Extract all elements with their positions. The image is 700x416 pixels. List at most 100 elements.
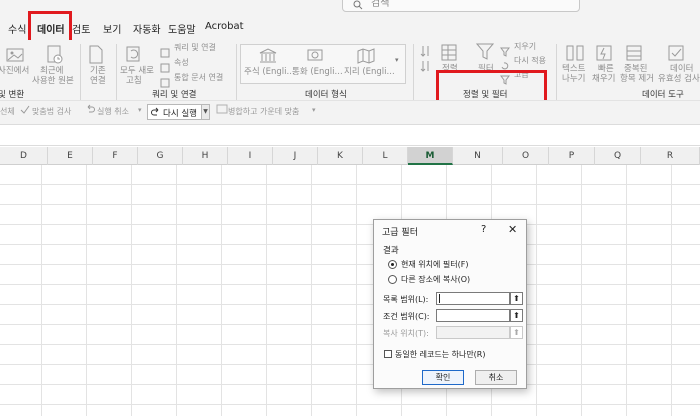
column-header[interactable]: I [228, 147, 273, 165]
data-validation-icon [668, 44, 686, 66]
redo-icon [151, 107, 161, 120]
column-header[interactable]: H [183, 147, 228, 165]
group-label-transform: 및 변환 [0, 90, 25, 100]
criteria-range-picker-icon[interactable]: ⬆ [510, 309, 523, 322]
remove-duplicates-label-2: 항목 제거 [620, 74, 654, 84]
group-label-data-tools: 데이터 도구 [642, 90, 684, 100]
ribbon-separator [236, 44, 237, 100]
column-header[interactable]: P [549, 147, 595, 165]
gallery-expand-icon[interactable]: ▾ [395, 56, 399, 64]
clear-button[interactable]: 지우기 [514, 42, 536, 52]
column-header[interactable]: D [0, 147, 48, 165]
from-picture-label: 사진에서 [0, 66, 30, 76]
stocks-type[interactable]: 주식 (Engli... [244, 67, 295, 77]
currency-icon [306, 48, 326, 68]
geography-type[interactable]: 지리 (Engli... [344, 67, 395, 77]
redo-dropdown-icon[interactable]: ▼ [201, 104, 210, 120]
copy-to-location-label[interactable]: 다른 장소에 복사(O) [401, 274, 470, 285]
merge-center-button[interactable]: 병합하고 가운데 맞춤 [228, 106, 299, 117]
sort-az-icon[interactable] [420, 44, 432, 78]
criteria-range-field[interactable] [436, 309, 510, 322]
search-box[interactable]: 검색 [342, 0, 580, 12]
copy-to-field [436, 326, 510, 339]
data-validation-label-2: 유효성 검사 [658, 74, 700, 84]
column-header[interactable]: G [138, 147, 183, 165]
existing-label-2: 연결 [90, 76, 106, 86]
radio-copy-to-location[interactable] [388, 275, 397, 284]
column-header[interactable]: F [93, 147, 138, 165]
undo-dropdown-icon[interactable]: ▾ [138, 106, 142, 114]
refresh-all-label-1: 모두 새로 [120, 66, 154, 76]
ribbon-data: 사진에서 최근에 사용한 원본 기존 연결 모두 새로 고침 쿼리 및 연결 속… [0, 40, 700, 100]
refresh-all-label-2: 고침 [126, 76, 142, 86]
ribbon-tabs: 수식 데이터 검토 보기 자동화 도움말 Acrobat [0, 14, 700, 50]
undo-button[interactable]: 실행 취소 [97, 106, 129, 117]
close-icon[interactable]: ✕ [508, 223, 517, 236]
edit-links-button[interactable]: 통합 문서 연결 [174, 73, 223, 83]
sort-icon [440, 44, 458, 66]
column-header[interactable]: Q [595, 147, 641, 165]
list-range-picker-icon[interactable]: ⬆ [510, 292, 523, 305]
tab-formulas[interactable]: 수식 [8, 21, 26, 36]
text-to-columns-label-2: 나누기 [562, 74, 586, 84]
stocks-icon [258, 48, 278, 68]
queries-connections-button[interactable]: 쿼리 및 연결 [174, 43, 216, 53]
customize-quickbar-icon[interactable]: ▾ [312, 106, 316, 114]
redo-label: 다시 실행 [163, 109, 197, 119]
redo-button[interactable]: 다시 실행 [147, 104, 209, 120]
ok-button[interactable]: 확인 [422, 370, 464, 385]
cancel-button[interactable]: 취소 [475, 370, 517, 385]
column-headers: D E F G H I J K L M N O P Q R [0, 147, 700, 165]
remove-duplicates-label-1: 중복된 [624, 64, 648, 74]
spell-check-icon [20, 104, 30, 116]
flash-fill-icon [596, 44, 614, 66]
ribbon-separator [413, 44, 414, 100]
tab-view[interactable]: 보기 [103, 21, 121, 36]
column-header[interactable]: L [363, 147, 408, 165]
group-label-data-types: 데이터 형식 [305, 90, 347, 100]
column-header[interactable]: E [48, 147, 93, 165]
formula-bar [0, 124, 700, 146]
worksheet-grid[interactable] [0, 165, 700, 416]
picture-icon [6, 46, 26, 68]
tab-automate[interactable]: 자동화 [133, 21, 161, 36]
column-header[interactable]: N [453, 147, 503, 165]
excel-window: 검색 수식 데이터 검토 보기 자동화 도움말 Acrobat 사진에서 최근에… [0, 0, 700, 416]
remove-duplicates-icon [626, 44, 644, 66]
column-header-selected[interactable]: M [408, 147, 453, 165]
spell-partial[interactable]: 선체 [0, 106, 15, 117]
search-placeholder: 검색 [371, 0, 390, 9]
properties-button[interactable]: 속성 [174, 58, 189, 68]
currency-type[interactable]: 통화 (Engli... [292, 67, 343, 77]
filter-in-place-label[interactable]: 현재 위치에 필터(F) [401, 259, 468, 270]
data-validation-label-1: 데이터 [670, 64, 694, 74]
ribbon-separator [556, 44, 557, 100]
tab-review[interactable]: 검토 [72, 21, 90, 36]
recent-sources-label-2: 사용한 원본 [32, 76, 74, 86]
spell-check-button[interactable]: 맞춤법 검사 [32, 106, 71, 117]
unique-records-label[interactable]: 동일한 레코드는 하나만(R) [395, 349, 486, 360]
list-range-field[interactable] [436, 292, 510, 305]
group-label-queries: 쿼리 및 연결 [152, 90, 197, 100]
reapply-button[interactable]: 다시 적용 [514, 56, 546, 66]
column-header[interactable]: R [641, 147, 700, 165]
merge-center-icon [216, 104, 228, 116]
column-header[interactable]: O [503, 147, 549, 165]
text-to-columns-icon [566, 44, 584, 66]
list-range-label: 목록 범위(L): [383, 295, 429, 304]
flash-fill-label-1: 빠른 [598, 64, 614, 74]
quick-access-bar: 선체 맞춤법 검사 실행 취소 ▾ 병합하고 가운데 맞춤 ▾ [0, 100, 700, 124]
unique-records-checkbox[interactable] [384, 350, 392, 358]
ribbon-separator [80, 44, 81, 100]
column-header[interactable]: K [318, 147, 363, 165]
dialog-title: 고급 필터 [382, 228, 418, 238]
column-header[interactable]: J [273, 147, 318, 165]
radio-filter-in-place[interactable] [388, 260, 397, 269]
geography-icon [356, 48, 376, 68]
title-bar: 검색 [0, 0, 700, 14]
tab-help[interactable]: 도움말 [168, 21, 196, 36]
copy-to-label: 복사 위치(T): [383, 329, 429, 338]
help-icon[interactable]: ? [481, 224, 486, 235]
ribbon-separator [116, 44, 117, 100]
tab-acrobat[interactable]: Acrobat [205, 21, 244, 32]
